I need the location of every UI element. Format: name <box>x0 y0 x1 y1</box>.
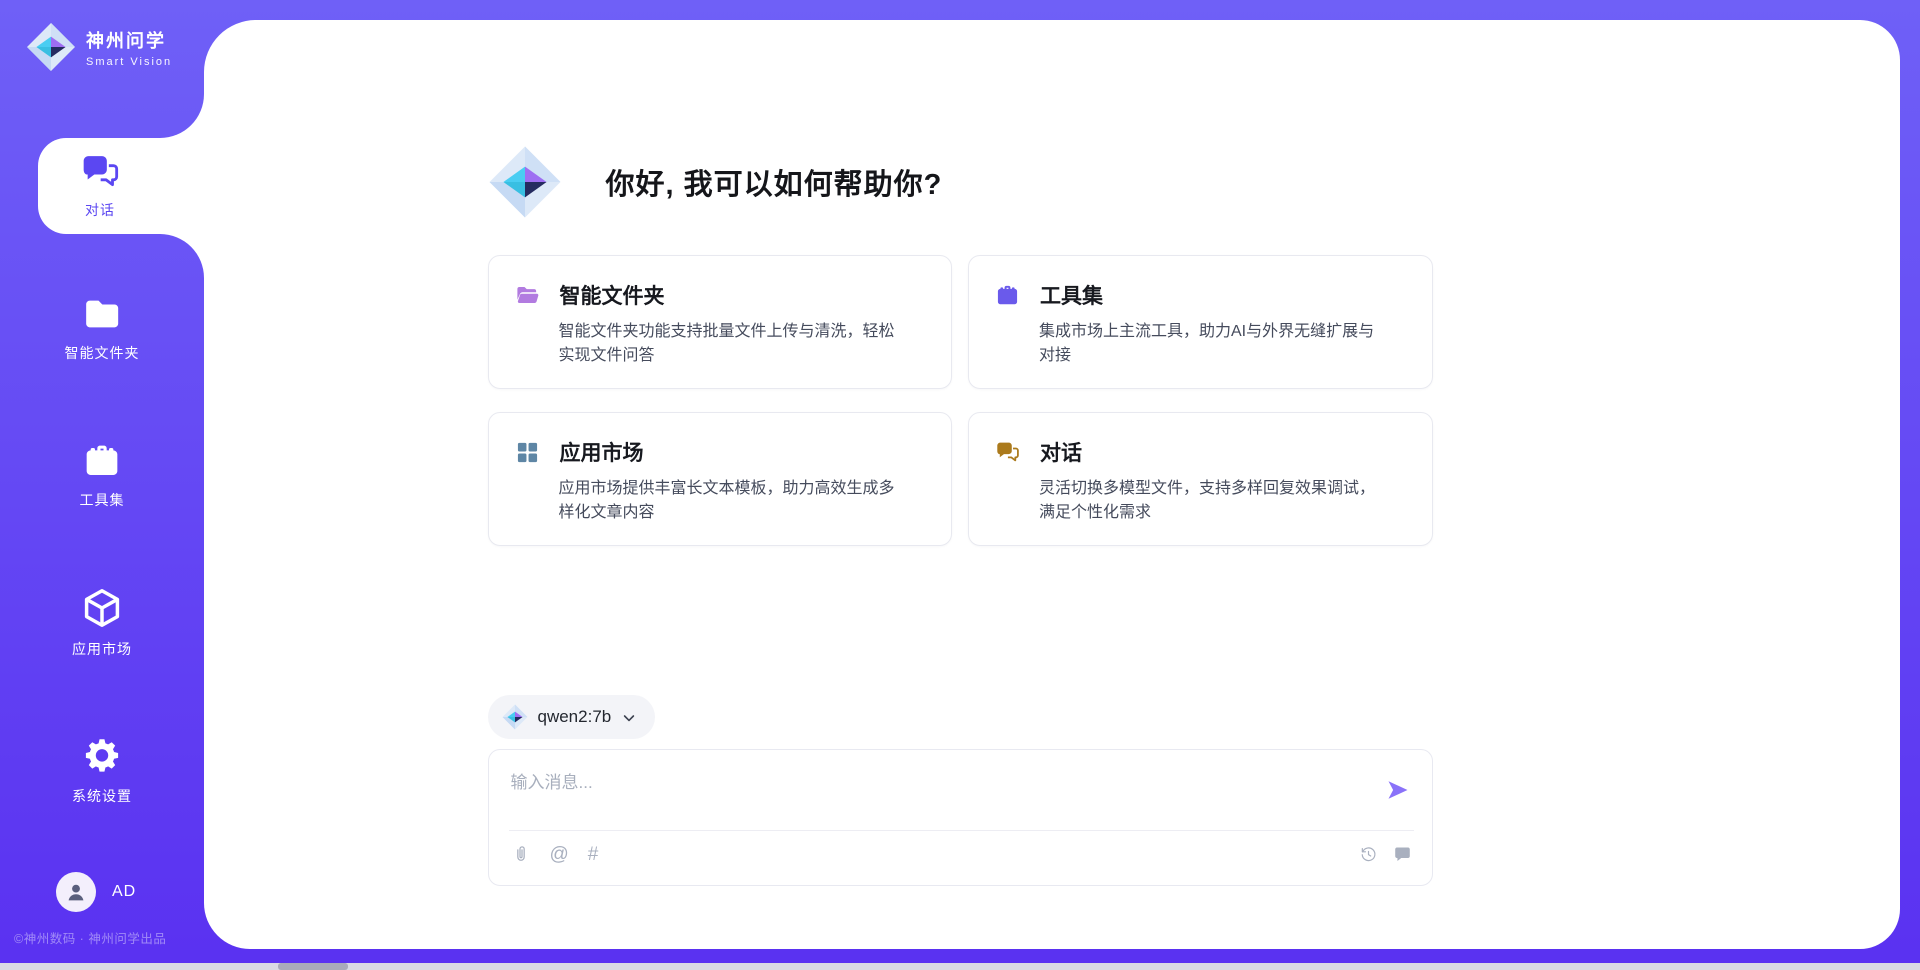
sidebar-item-settings[interactable]: 系统设置 <box>0 735 204 806</box>
user-name: AD <box>112 883 136 901</box>
user-chip[interactable]: AD <box>56 872 136 912</box>
brand-name: 神州问学 <box>86 27 172 53</box>
brand-tagline: Smart Vision <box>86 56 172 68</box>
message-input[interactable] <box>511 764 1384 818</box>
model-gem-icon <box>502 704 528 730</box>
card-title: 对话 <box>1040 437 1082 467</box>
hashtag-button[interactable]: # <box>588 845 599 864</box>
greeting-text: 你好, 我可以如何帮助你? <box>606 161 943 203</box>
card-app-market[interactable]: 应用市场 应用市场提供丰富长文本模板，助力高效生成多样化文章内容 <box>488 412 953 546</box>
greeting: 你好, 我可以如何帮助你? <box>488 145 1433 219</box>
send-icon <box>1386 778 1410 802</box>
chat-icon <box>995 440 1020 465</box>
chat-icon <box>80 152 120 192</box>
card-description: 灵活切换多模型文件，支持多样回复效果调试，满足个性化需求 <box>1039 477 1404 525</box>
card-description: 集成市场上主流工具，助力AI与外界无缝扩展与对接 <box>1039 320 1404 368</box>
brand-logo: 神州问学 Smart Vision <box>26 22 172 72</box>
sidebar-item-toolset[interactable]: 工具集 <box>0 441 204 510</box>
person-icon <box>64 880 88 904</box>
copyright: ©神州数码 · 神州问学出品 <box>14 928 166 947</box>
gear-icon <box>81 735 123 777</box>
message-composer: @ # <box>488 749 1433 886</box>
history-button[interactable] <box>1359 845 1378 864</box>
app-screen: 神州问学 Smart Vision 对话 智能文件夹 工具集 应用市场 <box>0 0 1920 970</box>
chevron-down-icon <box>621 710 637 726</box>
card-smart-folder[interactable]: 智能文件夹 智能文件夹功能支持批量文件上传与清洗，轻松实现文件问答 <box>488 255 953 389</box>
briefcase-icon <box>995 283 1020 308</box>
cube-icon <box>80 586 124 630</box>
card-title: 工具集 <box>1040 280 1103 310</box>
sidebar-item-label: 智能文件夹 <box>65 343 140 363</box>
sidebar-item-label: 工具集 <box>80 490 125 510</box>
send-button[interactable] <box>1384 778 1412 805</box>
briefcase-icon <box>82 441 122 481</box>
folder-open-icon <box>515 283 540 308</box>
sidebar-item-label: 系统设置 <box>72 786 132 806</box>
folder-icon <box>82 294 122 334</box>
card-description: 智能文件夹功能支持批量文件上传与清洗，轻松实现文件问答 <box>559 320 924 368</box>
scrollbar-thumb[interactable] <box>278 963 348 970</box>
sidebar-item-smart-folder[interactable]: 智能文件夹 <box>0 294 204 363</box>
model-selector[interactable]: qwen2:7b <box>488 695 656 739</box>
feature-cards: 智能文件夹 智能文件夹功能支持批量文件上传与清洗，轻松实现文件问答 工具集 集成… <box>488 255 1433 546</box>
sidebar-item-app-market[interactable]: 应用市场 <box>0 586 204 659</box>
sidebar: 神州问学 Smart Vision 对话 智能文件夹 工具集 应用市场 <box>0 0 204 970</box>
tab-fillet-bottom <box>160 234 204 278</box>
card-chat[interactable]: 对话 灵活切换多模型文件，支持多样回复效果调试，满足个性化需求 <box>968 412 1433 546</box>
comment-button[interactable] <box>1393 845 1412 864</box>
comment-icon <box>1393 845 1412 864</box>
brand-gem-icon <box>26 22 76 72</box>
avatar <box>56 872 96 912</box>
horizontal-scrollbar[interactable] <box>0 963 1920 970</box>
greeting-gem-icon <box>488 145 562 219</box>
sidebar-item-label: 对话 <box>85 200 115 220</box>
paperclip-icon <box>511 844 531 864</box>
grid-icon <box>515 440 540 465</box>
sidebar-item-label: 应用市场 <box>72 639 132 659</box>
attach-button[interactable] <box>511 844 531 864</box>
card-description: 应用市场提供丰富长文本模板，助力高效生成多样化文章内容 <box>559 477 924 525</box>
main-content: 你好, 我可以如何帮助你? 智能文件夹 智能文件夹功能支持批量文件上传与清洗，轻… <box>488 0 1433 929</box>
card-title: 智能文件夹 <box>560 280 665 310</box>
card-toolset[interactable]: 工具集 集成市场上主流工具，助力AI与外界无缝扩展与对接 <box>968 255 1433 389</box>
history-icon <box>1359 845 1378 864</box>
tab-fillet-top <box>160 94 204 138</box>
hashtag-icon: # <box>588 845 599 864</box>
mention-icon: @ <box>550 845 569 864</box>
card-title: 应用市场 <box>560 437 644 467</box>
mention-button[interactable]: @ <box>550 845 569 864</box>
sidebar-item-chat[interactable]: 对话 <box>38 138 208 234</box>
model-name: qwen2:7b <box>538 707 612 727</box>
